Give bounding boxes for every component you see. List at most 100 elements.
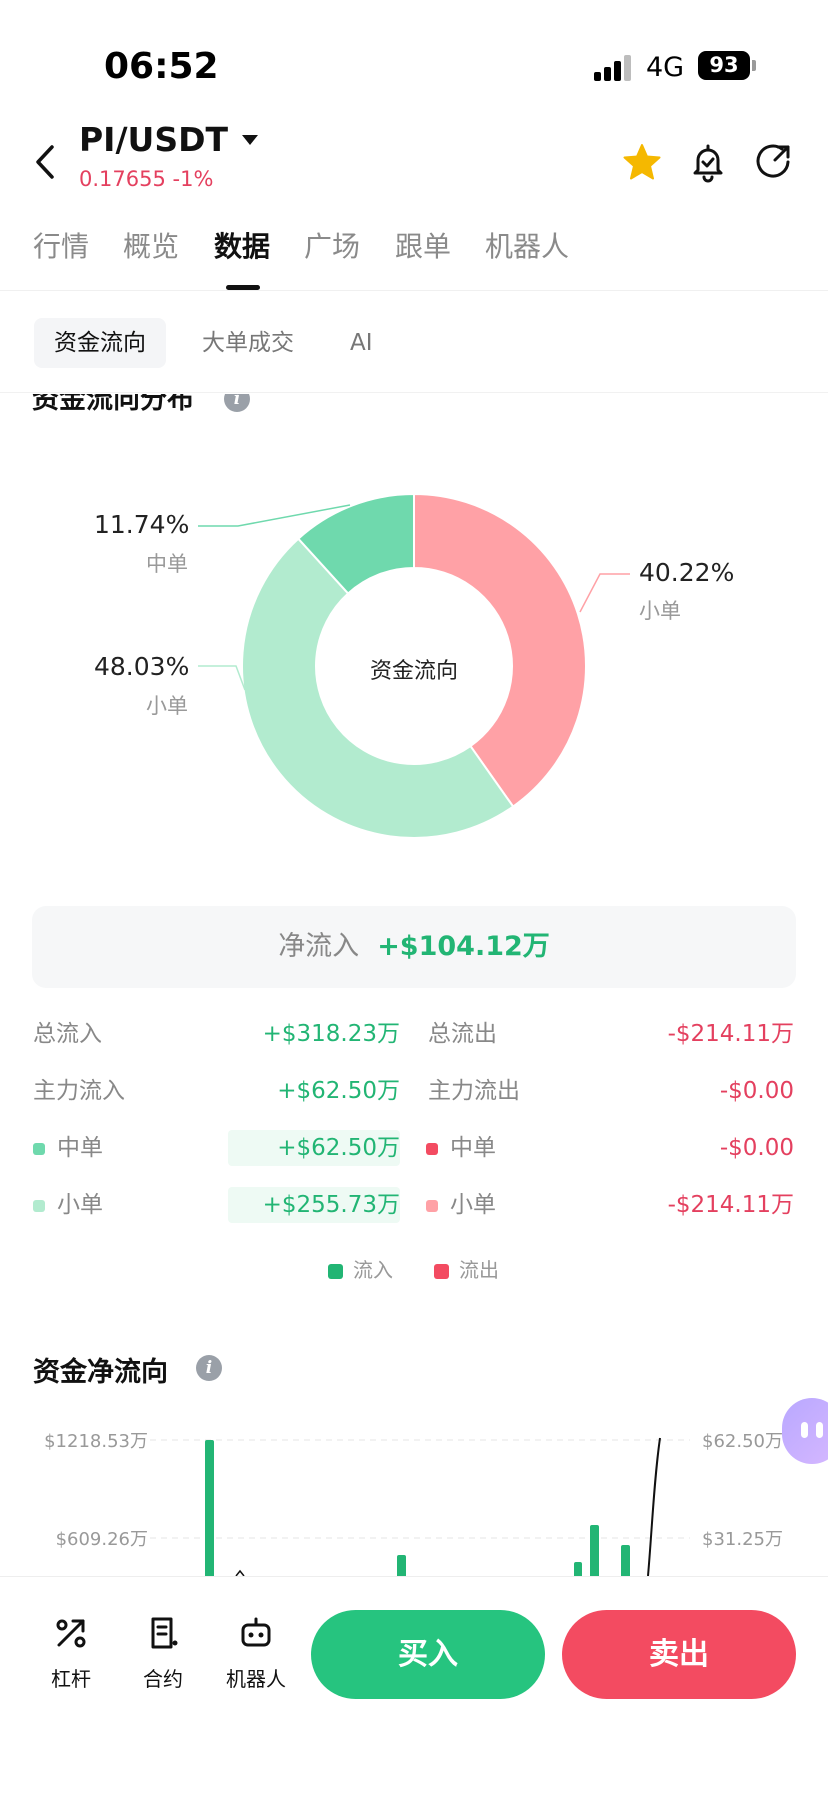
left-tick-mid: $609.26万 — [56, 1529, 148, 1550]
tab-square[interactable]: 广场 — [304, 225, 360, 265]
divider — [0, 392, 828, 393]
small-out-dot — [426, 1199, 438, 1212]
legend-inflow-label: 流入 — [353, 1258, 393, 1282]
status-bar: 06:52 4G 93 — [0, 0, 828, 110]
donut-center-label: 资金流向 — [370, 659, 458, 684]
legend-inflow-swatch — [328, 1264, 343, 1279]
buy-button[interactable]: 买入 — [311, 1610, 545, 1699]
net-flow-info-icon[interactable]: i — [196, 1355, 222, 1381]
main-tabs: 行情 概览 数据 广场 跟单 机器人 — [0, 225, 828, 291]
flow-row-small: 小单 +$255.73万 小单 -$214.11万 — [0, 1185, 828, 1225]
contract-icon — [151, 1617, 178, 1649]
main-out-label: 主力流出 — [428, 1078, 520, 1104]
label-mid-in-pct: 11.74% — [94, 510, 190, 539]
info-icon[interactable]: i — [224, 394, 250, 412]
legend-outflow-swatch — [434, 1264, 449, 1279]
net-flow-bar — [590, 1525, 599, 1576]
small-in-value: +$255.73万 — [262, 1192, 400, 1218]
signal-icon — [594, 55, 634, 81]
leverage-button[interactable]: 杠杆 — [31, 1615, 111, 1692]
tab-copy-trade[interactable]: 跟单 — [395, 225, 451, 265]
dropdown-icon — [241, 134, 258, 145]
net-flow-chart: $1218.53万 $609.26万 $62.50万 $31.25万 — [0, 1420, 828, 1576]
label-mid-in-cat: 中单 — [146, 552, 188, 576]
robot-icon — [241, 1617, 271, 1647]
mid-out-value: -$0.00 — [719, 1135, 794, 1161]
total-in-label: 总流入 — [33, 1021, 102, 1047]
mid-out-label-wrap: 中单 — [426, 1128, 496, 1168]
total-out-label: 总流出 — [428, 1021, 497, 1047]
subtab-fund-flow[interactable]: 资金流向 — [34, 318, 166, 368]
bell-check-icon[interactable] — [686, 140, 730, 184]
leader-line-small-in — [198, 665, 246, 691]
mid-out-dot — [426, 1142, 438, 1155]
mid-in-label-wrap: 中单 — [33, 1128, 103, 1168]
back-icon[interactable] — [32, 142, 62, 182]
active-tab-indicator — [226, 285, 260, 290]
small-out-label: 小单 — [450, 1192, 496, 1218]
total-out-value: -$214.11万 — [667, 1021, 794, 1047]
small-in-label: 小单 — [57, 1192, 103, 1218]
battery-icon: 93 — [698, 51, 750, 80]
sell-button[interactable]: 卖出 — [562, 1610, 796, 1699]
left-tick-top: $1218.53万 — [44, 1431, 148, 1452]
contract-button[interactable]: 合约 — [123, 1615, 203, 1692]
tab-market[interactable]: 行情 — [33, 225, 89, 265]
flow-row-mid: 中单 +$62.50万 中单 -$0.00 — [0, 1128, 828, 1168]
tab-bot[interactable]: 机器人 — [485, 225, 569, 265]
total-in-value: +$318.23万 — [262, 1021, 400, 1047]
leverage-icon — [56, 1619, 86, 1648]
flow-row-main: 主力流入 +$62.50万 主力流出 -$0.00 — [0, 1071, 828, 1111]
label-small-out-cat: 小单 — [639, 599, 681, 623]
pair-name: PI/USDT — [79, 120, 228, 159]
net-flow-bar — [574, 1562, 582, 1576]
distribution-title-wrap: 资金流向分布 i — [30, 394, 330, 414]
small-out-label-wrap: 小单 — [426, 1185, 496, 1225]
net-inflow-value: +$104.12万 — [377, 931, 550, 962]
leader-line-small-out — [579, 573, 630, 613]
flow-legend: 流入 流出 — [0, 1258, 828, 1288]
pair-selector[interactable]: PI/USDT — [79, 120, 258, 159]
star-icon[interactable] — [620, 140, 664, 184]
assistant-bubble[interactable] — [782, 1398, 828, 1464]
small-out-value: -$214.11万 — [667, 1192, 794, 1218]
mid-in-label: 中单 — [57, 1135, 103, 1161]
legend-outflow: 流出 — [434, 1258, 499, 1282]
mid-in-dot — [33, 1142, 45, 1155]
mid-out-label: 中单 — [450, 1135, 496, 1161]
price-line — [647, 1437, 661, 1576]
small-in-label-wrap: 小单 — [33, 1185, 103, 1225]
tab-overview[interactable]: 概览 — [123, 225, 179, 265]
status-time: 06:52 — [104, 46, 219, 87]
label-small-in-pct: 48.03% — [94, 652, 190, 681]
distribution-title: 资金流向分布 — [32, 394, 194, 414]
label-small-out-pct: 40.22% — [639, 558, 735, 587]
share-icon[interactable] — [752, 140, 796, 184]
pair-price-change: 0.17655 -1% — [79, 167, 214, 191]
net-flow-bar — [205, 1440, 214, 1576]
legend-inflow: 流入 — [328, 1258, 393, 1282]
network-type: 4G — [646, 52, 685, 83]
contract-label: 合约 — [143, 1667, 183, 1691]
bubble-eye-right — [816, 1422, 823, 1438]
robot-label: 机器人 — [226, 1667, 286, 1691]
bubble-eye-left — [801, 1422, 808, 1438]
subtab-large-trades[interactable]: 大单成交 — [182, 318, 314, 368]
label-small-in-cat: 小单 — [146, 694, 188, 718]
right-tick-mid: $31.25万 — [702, 1529, 783, 1550]
robot-button[interactable]: 机器人 — [216, 1615, 296, 1692]
tab-data[interactable]: 数据 — [214, 225, 270, 265]
net-inflow-box: 净流入 +$104.12万 — [32, 906, 796, 988]
leverage-label: 杠杆 — [51, 1667, 91, 1691]
legend-outflow-label: 流出 — [459, 1258, 499, 1282]
net-inflow-label: 净流入 — [278, 931, 360, 962]
subtab-ai[interactable]: AI — [330, 318, 393, 368]
flow-row-total: 总流入 +$318.23万 总流出 -$214.11万 — [0, 1014, 828, 1054]
mid-in-value: +$62.50万 — [277, 1135, 400, 1161]
bottom-bar: 杠杆 合约 机器人 买入 卖出 — [0, 1576, 828, 1801]
small-in-dot — [33, 1199, 45, 1212]
battery-nub — [752, 60, 756, 71]
net-flow-bar — [397, 1555, 406, 1576]
main-out-value: -$0.00 — [719, 1078, 794, 1104]
main-in-value: +$62.50万 — [277, 1078, 400, 1104]
